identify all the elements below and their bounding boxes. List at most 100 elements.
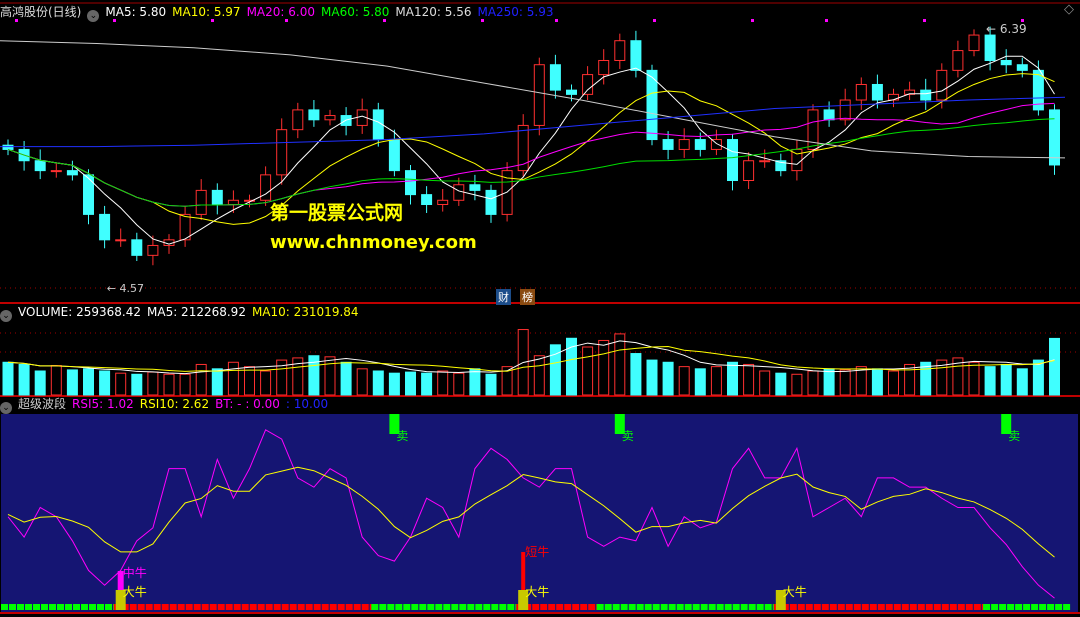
candle-body	[211, 189, 223, 206]
volume-bar	[710, 366, 722, 396]
volume-bar	[1000, 363, 1012, 396]
volume-bar	[115, 372, 127, 396]
trend-cell	[17, 604, 24, 610]
trend-cell	[145, 604, 153, 610]
trend-cell	[379, 604, 387, 610]
volume-bar	[421, 372, 433, 396]
trend-cell	[313, 604, 321, 610]
trend-cell	[885, 604, 893, 610]
volume-bar	[727, 361, 738, 396]
candle-body	[227, 199, 239, 206]
volume-bar	[775, 372, 787, 396]
volume-bar	[646, 359, 658, 396]
volume-bar	[405, 371, 416, 396]
trend-cell	[652, 604, 660, 610]
candle-body	[308, 109, 320, 121]
trend-cell	[265, 604, 273, 610]
volume-bar	[50, 365, 62, 396]
trend-cell	[941, 604, 949, 610]
volume-bar	[324, 356, 336, 396]
candle-body	[388, 139, 400, 172]
finance-tag[interactable]: 财	[496, 289, 511, 305]
trend-cell	[572, 604, 580, 610]
volume-value: VOLUME: 259368.42	[18, 305, 141, 319]
chevron-down-icon[interactable]: ⌄	[0, 402, 12, 414]
volume-bar	[131, 373, 143, 396]
candle-body	[582, 74, 594, 95]
trend-cell	[708, 604, 716, 610]
volume-bar	[179, 373, 191, 396]
volume-bar	[791, 373, 803, 396]
ma-legend-item: MA120: 5.56	[395, 5, 472, 19]
candle-body	[936, 69, 948, 101]
trend-cell	[893, 604, 901, 610]
ranking-tag[interactable]: 榜	[520, 289, 535, 305]
trend-cell	[925, 604, 933, 610]
trend-cell	[419, 604, 427, 610]
candle-body	[99, 213, 111, 241]
indicator-header: ⌄ 超级波段 RSI5: 1.02 RSI10: 2.62 BT: - : 0.00: …	[0, 396, 334, 414]
candle-body	[292, 109, 304, 131]
volume-bar	[211, 368, 223, 396]
volume-bar	[582, 346, 594, 396]
trend-cell	[813, 604, 821, 610]
trend-cell	[1007, 604, 1015, 610]
trend-cell	[337, 604, 345, 610]
marker-dot	[751, 19, 754, 22]
candle-body	[952, 50, 964, 71]
bt-value: BT: - : 0.00	[215, 397, 280, 411]
trend-cell	[556, 604, 564, 610]
candle-body	[131, 239, 143, 256]
trend-cell	[983, 604, 991, 610]
trend-cell	[273, 604, 281, 610]
candle-body	[614, 40, 626, 61]
candle-body	[759, 160, 771, 163]
indicator-panel	[1, 414, 1078, 613]
diamond-icon[interactable]: ◇	[1064, 2, 1074, 17]
trend-cell	[451, 604, 459, 610]
volume-bar	[823, 368, 835, 396]
candle-body	[566, 89, 577, 95]
trend-cell	[532, 604, 540, 610]
trend-cell	[361, 604, 369, 610]
signal-label: 大牛	[123, 584, 147, 599]
trend-cell	[321, 604, 329, 610]
trend-cell	[201, 604, 209, 610]
trend-cell	[153, 604, 161, 610]
trend-cell	[692, 604, 700, 610]
trend-cell	[991, 604, 999, 610]
trend-cell	[427, 604, 435, 610]
signal-label: 卖	[396, 429, 408, 443]
candle-body	[888, 93, 899, 101]
ma-legend-item: MA20: 6.00	[246, 5, 315, 19]
trend-cell	[660, 604, 668, 610]
volume-bar	[485, 373, 497, 396]
ma-legend-item: MA10: 5.97	[172, 5, 241, 19]
chevron-down-icon[interactable]: ⌄	[0, 310, 12, 322]
volume-bar	[147, 371, 159, 396]
trend-cell	[81, 604, 88, 610]
trend-cell	[716, 604, 724, 610]
marker-dot	[825, 19, 828, 22]
main-header: 高鸿股份(日线) ⌄ MA5: 5.80 MA10: 5.97 MA20: 6.00 MA…	[0, 4, 566, 22]
volume-bar	[99, 370, 111, 396]
trend-cell	[1023, 604, 1031, 610]
signal-label: 中牛	[123, 565, 147, 580]
trend-cell	[580, 604, 588, 610]
trend-cell	[973, 604, 981, 610]
candle-body	[195, 189, 207, 215]
volume-bar	[388, 372, 400, 396]
candle-body	[1000, 59, 1012, 66]
candle-body	[694, 139, 706, 150]
signal-label: 短牛	[525, 544, 549, 559]
ma-legend-item: MA5: 5.80	[105, 5, 167, 19]
trend-cell	[105, 604, 112, 610]
candle-body	[1016, 64, 1028, 71]
trend-cell	[965, 604, 973, 610]
candle-body	[405, 170, 416, 196]
volume-bar	[372, 370, 384, 396]
trend-cell	[467, 604, 475, 610]
trend-cell	[1039, 604, 1047, 610]
candle-body	[485, 189, 497, 215]
trend-cell	[909, 604, 917, 610]
